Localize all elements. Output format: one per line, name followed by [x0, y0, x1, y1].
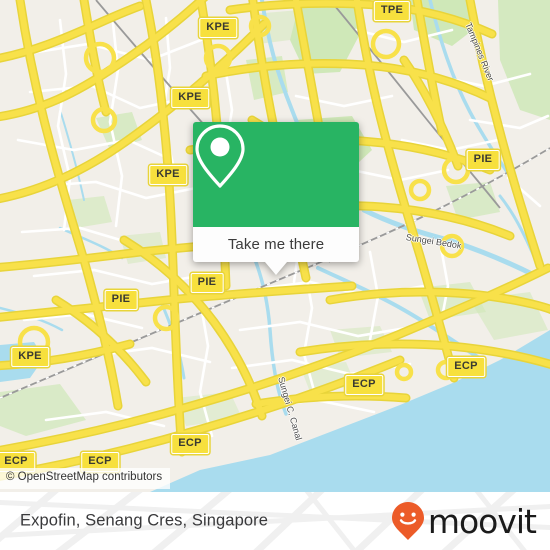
highway-shield-kpe-3[interactable]: KPE: [149, 165, 187, 185]
highway-shield-ecp-8[interactable]: ECP: [447, 357, 485, 377]
location-address: Expofin, Senang Cres, Singapore: [20, 511, 269, 530]
highway-shield-kpe-2[interactable]: KPE: [171, 88, 209, 108]
moovit-smiley-pin-icon: [391, 502, 424, 540]
popup-pointer-tail: [265, 262, 287, 275]
screenshot-root: TPE KPE KPE KPE PIE PIE PIE KPE ECP ECP ECP ECP ECP …: [0, 0, 550, 550]
highway-shield-ecp-10[interactable]: ECP: [171, 434, 209, 454]
highway-shield-tpe-0[interactable]: TPE: [373, 1, 411, 21]
moovit-logo[interactable]: moovit: [391, 501, 537, 541]
footer-bar: Expofin, Senang Cres, Singapore moovit: [0, 492, 550, 550]
highway-shield-kpe-7[interactable]: KPE: [11, 347, 49, 367]
popup-action-bar[interactable]: Take me there: [193, 227, 359, 262]
highway-shield-pie-4[interactable]: PIE: [466, 150, 500, 170]
map-canvas[interactable]: TPE KPE KPE KPE PIE PIE PIE KPE ECP ECP ECP ECP ECP …: [0, 0, 550, 492]
map-pin-icon: [195, 124, 245, 188]
highway-shield-pie-6[interactable]: PIE: [104, 290, 138, 310]
highway-shield-ecp-9[interactable]: ECP: [345, 375, 383, 395]
take-me-there-popup[interactable]: Take me there: [193, 122, 359, 275]
osm-attribution[interactable]: © OpenStreetMap contributors: [0, 468, 171, 489]
highway-shield-kpe-1[interactable]: KPE: [199, 18, 237, 38]
popup-action-label: Take me there: [227, 236, 325, 253]
highway-shield-pie-5[interactable]: PIE: [190, 273, 224, 293]
popup-header: [193, 122, 359, 227]
moovit-wordmark: moovit: [427, 501, 537, 541]
